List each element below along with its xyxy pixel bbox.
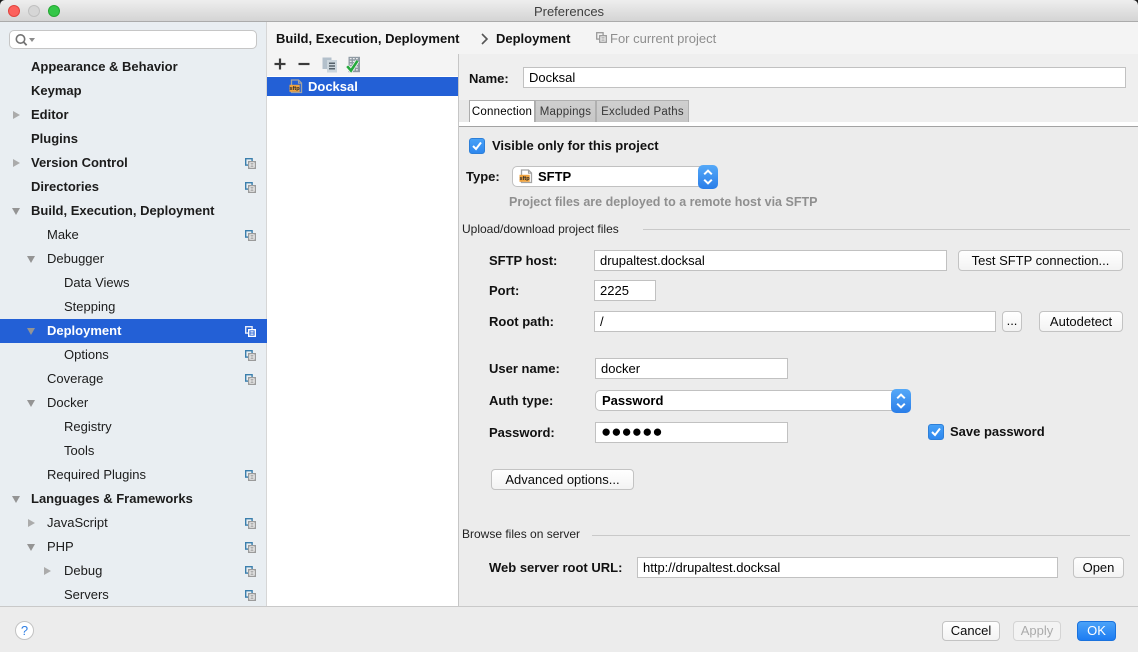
svg-text:sftp: sftp [289,86,300,92]
svg-text:sftp: sftp [519,176,530,182]
